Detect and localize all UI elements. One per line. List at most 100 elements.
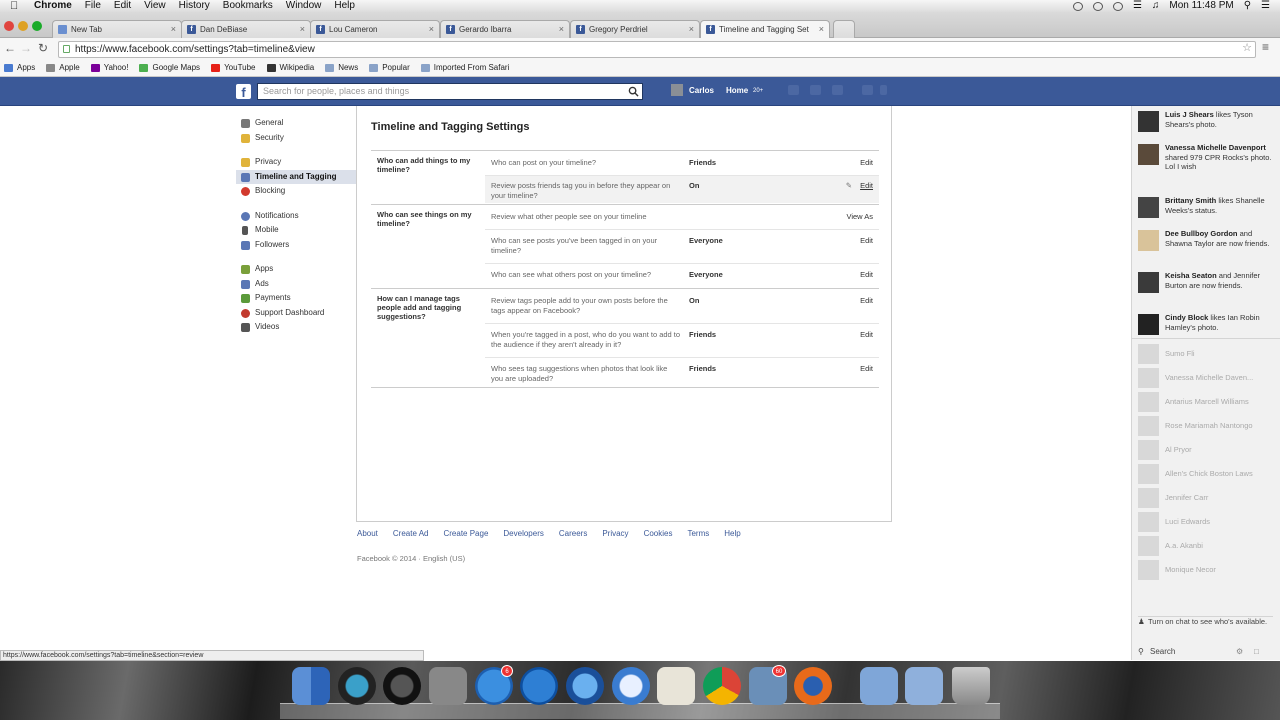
tab-close-icon[interactable]: × (559, 21, 564, 38)
sidebar-item-security[interactable]: Security (236, 131, 356, 146)
chat-notice[interactable]: ♟ Turn on chat to see who's available. (1138, 616, 1273, 627)
sidebar-item-payments[interactable]: Payments (236, 291, 356, 306)
chat-contact[interactable]: Vanessa Michelle Daven... (1138, 368, 1278, 388)
menu-chrome[interactable]: Chrome (34, 0, 72, 12)
tab-close-icon[interactable]: × (689, 21, 694, 38)
documents-folder-icon[interactable] (905, 667, 943, 705)
quicktime-icon[interactable] (566, 667, 604, 705)
settings-row[interactable]: Review tags people add to your own posts… (485, 296, 879, 322)
footer-link-privacy[interactable]: Privacy (602, 529, 628, 538)
expand-icon[interactable]: □ (1254, 647, 1259, 656)
footer-link-terms[interactable]: Terms (687, 529, 709, 538)
bookmark-wikipedia[interactable]: Wikipedia (266, 60, 314, 76)
tab-gerardo-ibarra[interactable]: f Gerardo Ibarra × (440, 20, 570, 38)
chat-contact[interactable]: Antarius Marcell Williams (1138, 392, 1278, 412)
settings-row[interactable]: Review what other people see on your tim… (485, 212, 879, 230)
dashboard-icon[interactable] (383, 667, 421, 705)
menu-help[interactable]: Help (334, 0, 355, 12)
zoom-window-icon[interactable] (32, 21, 42, 31)
finder-icon[interactable] (292, 667, 330, 705)
privacy-shortcuts-icon[interactable] (862, 85, 873, 95)
edit-link[interactable]: Edit (860, 270, 873, 279)
forward-icon[interactable]: → (20, 41, 32, 55)
bookmark-youtube[interactable]: YouTube (211, 60, 256, 76)
reload-icon[interactable]: ↻ (38, 41, 48, 55)
minimize-window-icon[interactable] (18, 21, 28, 31)
chat-contact[interactable]: A.a. Akanbi (1138, 536, 1278, 556)
bookmark-star-icon[interactable]: ☆ (1242, 41, 1252, 56)
trash-icon[interactable] (952, 667, 990, 705)
chat-contact[interactable]: Luci Edwards (1138, 512, 1278, 532)
close-window-icon[interactable] (4, 21, 14, 31)
sidebar-item-followers[interactable]: Followers (236, 238, 356, 253)
notification-center-icon[interactable]: ☰ (1261, 0, 1270, 12)
chrome-icon[interactable] (703, 667, 741, 705)
bookmark-apple[interactable]: Apple (46, 60, 80, 76)
tab-close-icon[interactable]: × (171, 21, 176, 38)
settings-row[interactable]: Who sees tag suggestions when photos tha… (485, 364, 879, 388)
facebook-search-input[interactable]: Search for people, places and things (257, 83, 643, 100)
settings-row[interactable]: Who can see what others post on your tim… (485, 270, 879, 288)
notifications-icon[interactable] (832, 85, 843, 95)
edit-link[interactable]: Edit (860, 181, 873, 190)
footer-link-help[interactable]: Help (724, 529, 740, 538)
safari-icon[interactable] (612, 667, 650, 705)
profile-link[interactable]: Carlos (689, 86, 714, 95)
tab-lou-cameron[interactable]: f Lou Cameron × (310, 20, 440, 38)
address-bar[interactable]: https://www.facebook.com/settings?tab=ti… (58, 41, 1256, 58)
edit-link[interactable]: Edit (860, 236, 873, 245)
menu-edit[interactable]: Edit (114, 0, 131, 12)
tab-close-icon[interactable]: × (429, 21, 434, 38)
menu-view[interactable]: View (144, 0, 166, 12)
system-preferences-icon[interactable] (429, 667, 467, 705)
footer-link-about[interactable]: About (357, 529, 378, 538)
tab-gregory-perdriel[interactable]: f Gregory Perdriel × (570, 20, 700, 38)
edit-link[interactable]: Edit (860, 330, 873, 339)
tab-close-icon[interactable]: × (300, 21, 305, 38)
footer-link-careers[interactable]: Careers (559, 529, 587, 538)
sidebar-item-videos[interactable]: Videos (236, 320, 356, 335)
sidebar-item-ads[interactable]: Ads (236, 277, 356, 292)
chrome-menu-icon[interactable]: ≡ (1262, 40, 1269, 54)
chat-contact[interactable]: Rose Mariamah Nantongo (1138, 416, 1278, 436)
search-icon[interactable] (628, 86, 639, 97)
sidebar-item-general[interactable]: General (236, 116, 356, 131)
spotlight-icon[interactable]: ⚲ (1244, 0, 1251, 12)
tab-dan-debiase[interactable]: f Dan DeBiase × (181, 20, 311, 38)
apple-menu-icon[interactable]:  (10, 0, 18, 12)
chat-contact[interactable]: Al Pryor (1138, 440, 1278, 460)
tab-timeline-tagging[interactable]: f Timeline and Tagging Set × (700, 20, 830, 38)
chat-contact[interactable]: Jennifer Carr (1138, 488, 1278, 508)
bluetooth-icon[interactable] (1112, 1, 1123, 11)
tab-new-tab[interactable]: New Tab × (52, 20, 182, 38)
menubar-clock[interactable]: Mon 11:48 PM (1169, 0, 1233, 12)
view-as-link[interactable]: View As (846, 212, 873, 221)
edit-link[interactable]: Edit (860, 364, 873, 373)
new-tab-button[interactable] (833, 20, 855, 38)
bookmark-news[interactable]: News (325, 60, 358, 76)
footer-link-create-page[interactable]: Create Page (443, 529, 488, 538)
timemachine-icon[interactable] (1092, 1, 1103, 11)
back-icon[interactable]: ← (4, 41, 16, 55)
volume-icon[interactable]: ♫ (1152, 0, 1160, 12)
menu-history[interactable]: History (179, 0, 210, 12)
wifi-icon[interactable]: ☰ (1133, 0, 1142, 12)
time-machine-icon[interactable] (338, 667, 376, 705)
settings-row[interactable]: Who can see posts you've been tagged in … (485, 236, 879, 262)
tab-close-icon[interactable]: × (819, 21, 824, 38)
settings-row[interactable]: Review posts friends tag you in before t… (485, 176, 879, 203)
sidebar-item-blocking[interactable]: Blocking (236, 184, 356, 199)
footer-link-developers[interactable]: Developers (503, 529, 543, 538)
textedit-icon[interactable] (657, 667, 695, 705)
sidebar-item-timeline-tagging[interactable]: Timeline and Tagging (236, 169, 356, 184)
applications-folder-icon[interactable] (860, 667, 898, 705)
chat-search-input[interactable]: ⚲ Search ⚙ □ (1138, 647, 1259, 656)
bookmark-apps[interactable]: Apps (4, 60, 35, 76)
sidebar-item-mobile[interactable]: Mobile (236, 223, 356, 238)
edit-link[interactable]: Edit (860, 158, 873, 167)
footer-link-create-ad[interactable]: Create Ad (393, 529, 429, 538)
itunes-icon[interactable] (520, 667, 558, 705)
friend-requests-icon[interactable] (788, 85, 799, 95)
menu-file[interactable]: File (85, 0, 101, 12)
sidebar-item-apps[interactable]: Apps (236, 262, 356, 277)
